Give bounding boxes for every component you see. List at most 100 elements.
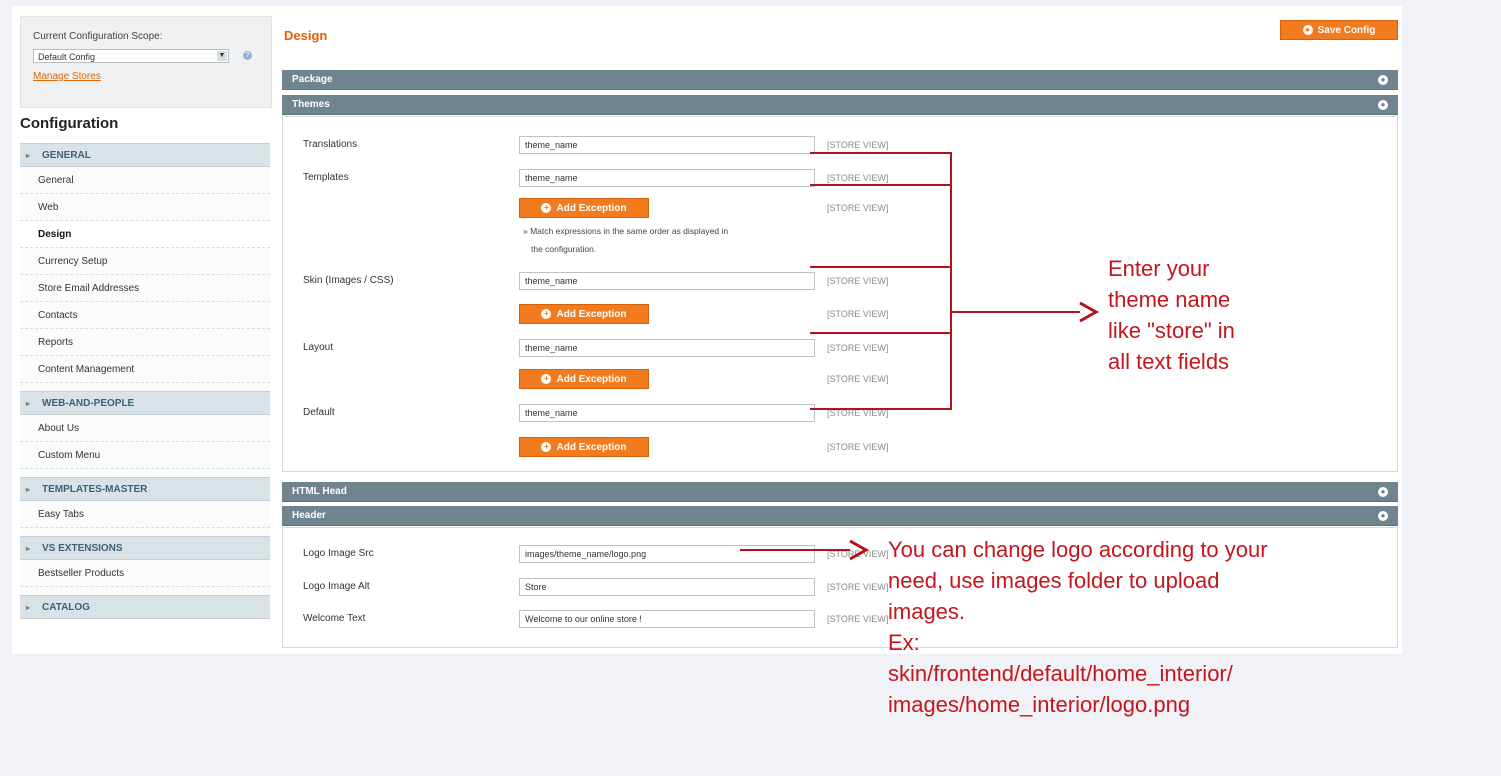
section-header-themes[interactable]: Themes ● — [282, 95, 1398, 115]
store-view-tag: [STORE VIEW] — [827, 203, 889, 213]
layout-label: Layout — [303, 342, 334, 353]
note-text: Match expressions in the same order as d… — [530, 226, 729, 236]
logo-annotation: You can change logo according to your ne… — [888, 534, 1498, 720]
plus-icon: + — [541, 203, 552, 214]
annotation-line: theme name — [1108, 287, 1231, 312]
save-icon: ● — [1302, 25, 1313, 36]
scope-switcher: Current Configuration Scope: Default Con… — [20, 16, 272, 108]
nav-item-design[interactable]: Design — [20, 221, 270, 248]
nav-item-general[interactable]: General — [20, 167, 270, 194]
add-exception-label: Add Exception — [556, 203, 627, 214]
nav-group-label: VS EXTENSIONS — [42, 543, 123, 554]
nav-group-vs-extensions[interactable]: ▸ VS EXTENSIONS — [20, 536, 270, 560]
nav-item-currency-setup[interactable]: Currency Setup — [20, 248, 270, 275]
chevron-down-icon: ▼ — [217, 51, 227, 61]
store-view-tag: [STORE VIEW] — [827, 309, 889, 319]
nav-group-label: CATALOG — [42, 602, 90, 613]
nav-group-web-and-people[interactable]: ▸ WEB-AND-PEOPLE — [20, 391, 270, 415]
translations-input[interactable]: theme_name — [519, 136, 815, 154]
scope-label: Current Configuration Scope: — [33, 31, 163, 42]
nav-item-content-management[interactable]: Content Management — [20, 356, 270, 383]
annotation-line: Enter your — [1108, 256, 1210, 281]
save-config-button[interactable]: ● Save Config — [1280, 20, 1398, 40]
templates-label: Templates — [303, 172, 349, 183]
manage-stores-link[interactable]: Manage Stores — [33, 71, 101, 82]
page-title: Design — [284, 28, 328, 43]
nav-item-contacts[interactable]: Contacts — [20, 302, 270, 329]
nav-group-general[interactable]: ▸ GENERAL — [20, 143, 270, 167]
annotation-line: like "store" in — [1108, 318, 1235, 343]
annotation-line: all text fields — [1108, 349, 1230, 374]
section-toggle-icon[interactable]: ● — [1378, 75, 1388, 85]
connector-line — [810, 152, 952, 154]
section-toggle-icon[interactable]: ● — [1378, 511, 1388, 521]
arrow-head-icon — [1079, 301, 1100, 323]
logo-alt-input[interactable]: Store — [519, 578, 815, 596]
section-toggle-icon[interactable]: ● — [1378, 100, 1388, 110]
add-exception-label: Add Exception — [556, 309, 627, 320]
connector-line — [810, 184, 952, 186]
save-config-label: Save Config — [1317, 25, 1376, 36]
nav-item-easy-tabs[interactable]: Easy Tabs — [20, 501, 270, 528]
scope-select-value: Default Config — [38, 52, 96, 62]
scope-select[interactable]: Default Config ▼ — [33, 49, 229, 63]
store-view-tag: [STORE VIEW] — [827, 343, 889, 353]
templates-input[interactable]: theme_name — [519, 169, 815, 187]
plus-icon: + — [541, 374, 552, 385]
nav-group-label: WEB-AND-PEOPLE — [42, 398, 135, 409]
nav-group-label: TEMPLATES-MASTER — [42, 484, 148, 495]
add-exception-button[interactable]: + Add Exception — [519, 369, 649, 389]
connector-line — [810, 332, 952, 334]
expand-arrow-icon: ▸ — [26, 151, 31, 160]
nav-item-store-email-addresses[interactable]: Store Email Addresses — [20, 275, 270, 302]
nav-item-custom-menu[interactable]: Custom Menu — [20, 442, 270, 469]
default-input[interactable]: theme_name — [519, 404, 815, 422]
skin-input[interactable]: theme_name — [519, 272, 815, 290]
section-title: Themes — [292, 99, 330, 110]
pointer-line — [740, 549, 850, 551]
nav-group-templates-master[interactable]: ▸ TEMPLATES-MASTER — [20, 477, 270, 501]
nav-spacer — [20, 528, 270, 536]
nav-item-bestseller-products[interactable]: Bestseller Products — [20, 560, 270, 587]
add-exception-button[interactable]: + Add Exception — [519, 198, 649, 218]
store-view-tag: [STORE VIEW] — [827, 582, 889, 592]
section-title: Header — [292, 510, 326, 521]
section-toggle-icon[interactable]: ● — [1378, 487, 1388, 497]
section-header-html-head[interactable]: HTML Head ● — [282, 482, 1398, 502]
store-view-tag: [STORE VIEW] — [827, 374, 889, 384]
section-title: Package — [292, 74, 333, 85]
annotation-line: You can change logo according to your — [888, 537, 1268, 562]
logo-src-input[interactable]: images/theme_name/logo.png — [519, 545, 815, 563]
nav-item-about-us[interactable]: About Us — [20, 415, 270, 442]
pointer-line — [952, 311, 1080, 313]
note-line: the configuration. — [531, 244, 597, 254]
bracket-line — [950, 152, 952, 410]
logo-alt-label: Logo Image Alt — [303, 581, 370, 592]
section-header-header[interactable]: Header ● — [282, 506, 1398, 526]
configuration-title: Configuration — [20, 115, 119, 132]
expand-arrow-icon: ▸ — [26, 603, 31, 612]
plus-icon: + — [541, 442, 552, 453]
nav-item-web[interactable]: Web — [20, 194, 270, 221]
section-header-package[interactable]: Package ● — [282, 70, 1398, 90]
default-label: Default — [303, 407, 335, 418]
nav-group-label: GENERAL — [42, 150, 91, 161]
help-icon[interactable]: ? — [243, 51, 252, 60]
welcome-text-label: Welcome Text — [303, 613, 366, 624]
add-exception-button[interactable]: + Add Exception — [519, 304, 649, 324]
annotation-line: need, use images folder to upload — [888, 568, 1220, 593]
layout-input[interactable]: theme_name — [519, 339, 815, 357]
exception-note: » Match expressions in the same order as… — [523, 222, 823, 258]
nav-group-catalog[interactable]: ▸ CATALOG — [20, 595, 270, 619]
annotation-line: images/home_interior/logo.png — [888, 692, 1191, 717]
store-view-tag: [STORE VIEW] — [827, 614, 889, 624]
skin-label: Skin (Images / CSS) — [303, 275, 394, 286]
config-nav: ▸ GENERAL General Web Design Currency Set… — [20, 143, 270, 619]
nav-item-reports[interactable]: Reports — [20, 329, 270, 356]
logo-src-label: Logo Image Src — [303, 548, 374, 559]
nav-spacer — [20, 383, 270, 391]
add-exception-button[interactable]: + Add Exception — [519, 437, 649, 457]
welcome-text-input[interactable]: Welcome to our online store ! — [519, 610, 815, 628]
plus-icon: + — [541, 309, 552, 320]
translations-label: Translations — [303, 139, 358, 150]
